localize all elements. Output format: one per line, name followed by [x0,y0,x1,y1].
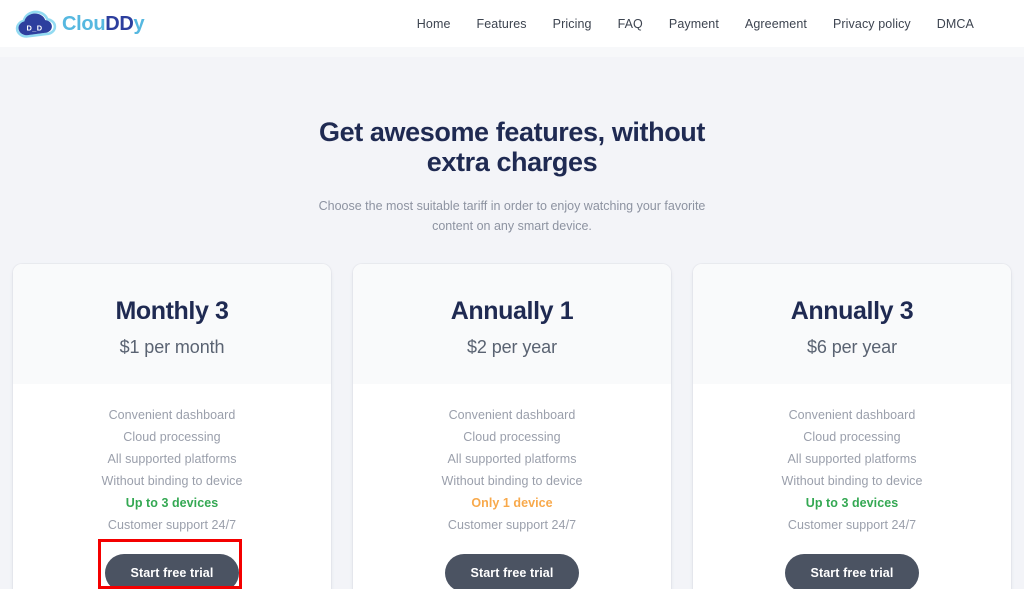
nav-item-home[interactable]: Home [417,17,451,31]
pricing-page-body: Get awesome features, without extra char… [0,57,1024,589]
feature-item-device-limit: Up to 3 devices [125,495,219,510]
plan-price: $6 per year [807,336,897,357]
feature-item: All supported platforms [787,451,917,466]
nav-item-privacy-policy[interactable]: Privacy policy [833,17,911,31]
hero-section: Get awesome features, without extra char… [0,57,1024,236]
plan-price: $1 per month [119,336,225,357]
feature-item: All supported platforms [107,451,237,466]
feature-list: Convenient dashboard Cloud processing Al… [13,384,331,536]
feature-item: Cloud processing [123,429,221,444]
feature-item: Convenient dashboard [788,407,916,422]
feature-item: Without binding to device [781,473,923,488]
header-divider-band [0,47,1024,57]
pricing-card-row: Monthly 3 $1 per month Convenient dashbo… [0,236,1024,589]
svg-text:D_D: D_D [27,23,43,32]
start-free-trial-button[interactable]: Start free trial [784,553,920,589]
feature-list: Convenient dashboard Cloud processing Al… [353,384,671,536]
page-title-line-2: extra charges [426,147,598,178]
nav-item-faq[interactable]: FAQ [618,17,643,31]
site-header: D_D ClouDDy Home Features Pricing FAQ Pa… [0,0,1024,47]
start-free-trial-button[interactable]: Start free trial [104,553,240,589]
feature-item: All supported platforms [447,451,577,466]
plan-name: Annually 3 [790,297,914,326]
feature-item: Without binding to device [441,473,583,488]
feature-item: Customer support 24/7 [787,517,917,532]
nav-item-agreement[interactable]: Agreement [745,17,807,31]
brand-text-segment-2: DD [105,12,134,35]
pricing-card-monthly-3[interactable]: Monthly 3 $1 per month Convenient dashbo… [13,264,331,589]
feature-item-device-limit: Only 1 device [471,495,553,510]
main-navigation: Home Features Pricing FAQ Payment Agreem… [417,17,974,31]
plan-name: Monthly 3 [115,297,229,326]
feature-item: Convenient dashboard [448,407,576,422]
plan-name: Annually 1 [450,297,574,326]
cloud-face-logo-icon: D_D [15,10,57,38]
card-footer: Start free trial [13,536,331,589]
nav-item-dmca[interactable]: DMCA [937,17,974,31]
brand-text: ClouDDy [62,12,145,35]
feature-item: Cloud processing [803,429,901,444]
feature-item: Cloud processing [463,429,561,444]
feature-item: Without binding to device [101,473,243,488]
feature-list: Convenient dashboard Cloud processing Al… [693,384,1011,536]
brand-logo-link[interactable]: D_D ClouDDy [14,9,145,39]
card-footer: Start free trial [693,536,1011,589]
feature-item-device-limit: Up to 3 devices [805,495,899,510]
feature-item: Convenient dashboard [108,407,236,422]
page-subtitle: Choose the most suitable tariff in order… [318,199,706,233]
nav-item-features[interactable]: Features [477,17,527,31]
nav-item-pricing[interactable]: Pricing [553,17,592,31]
card-header: Annually 3 $6 per year [693,264,1011,384]
feature-item: Customer support 24/7 [447,517,577,532]
brand-text-segment-3: y [133,12,145,35]
brand-text-segment-1: Clou [62,12,106,35]
card-header: Annually 1 $2 per year [353,264,671,384]
pricing-card-annually-3[interactable]: Annually 3 $6 per year Convenient dashbo… [693,264,1011,589]
nav-item-payment[interactable]: Payment [669,17,719,31]
card-header: Monthly 3 $1 per month [13,264,331,384]
card-footer: Start free trial [353,536,671,589]
pricing-card-annually-1[interactable]: Annually 1 $2 per year Convenient dashbo… [353,264,671,589]
page-title-line-1: Get awesome features, without [319,117,705,147]
page-title: Get awesome features, without extra char… [302,117,722,177]
plan-price: $2 per year [467,336,557,357]
feature-item: Customer support 24/7 [107,517,237,532]
start-free-trial-button[interactable]: Start free trial [444,553,580,589]
